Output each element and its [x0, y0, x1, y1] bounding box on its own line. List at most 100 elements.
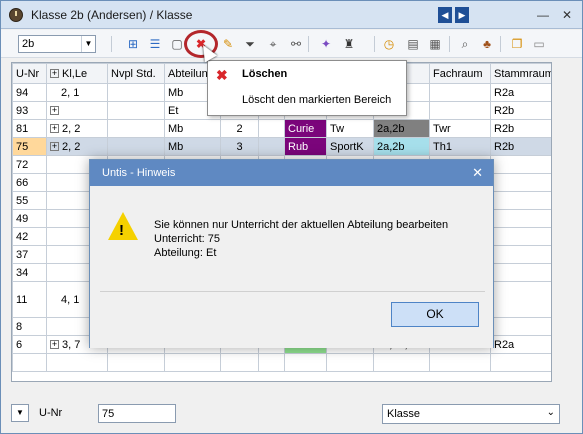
table-cell[interactable] [490, 227, 551, 246]
table-cell[interactable] [490, 209, 551, 228]
table-cell[interactable] [258, 353, 285, 372]
table-cell[interactable] [490, 281, 551, 318]
table-cell[interactable]: 2, 1 [46, 83, 108, 102]
nav-prev-button[interactable]: ◀ [438, 7, 452, 23]
table-cell[interactable] [490, 245, 551, 264]
table-cell[interactable] [490, 353, 551, 372]
table-cell[interactable] [107, 353, 165, 372]
col-header-nvpl[interactable]: Nvpl Std. [107, 63, 165, 84]
table-cell[interactable] [490, 317, 551, 336]
col-header-unr[interactable]: U-Nr [12, 63, 47, 84]
table-cell[interactable]: Curie [284, 119, 327, 138]
table-row[interactable]: 75 +2, 2 Mb 3 Rub SportK 2a,2b Th1 R2b [12, 137, 551, 156]
filter-icon[interactable]: ⏷ [242, 36, 258, 52]
table-cell[interactable] [490, 263, 551, 282]
table-cell[interactable] [490, 155, 551, 174]
table-cell[interactable]: 81 [12, 119, 47, 138]
link-icon[interactable]: ⚯ [288, 36, 304, 52]
zoom-icon[interactable]: ⌕ [457, 36, 473, 52]
table-cell[interactable]: 2a,2b [373, 137, 430, 156]
print-icon[interactable]: ▤ [405, 36, 421, 52]
expand-icon[interactable]: + [50, 340, 59, 350]
table-cell[interactable]: 42 [12, 227, 47, 246]
table-cell[interactable]: +2, 2 [46, 137, 108, 156]
table-row[interactable]: 81 +2, 2 Mb 2 Curie Tw 2a,2b Twr R2b [12, 119, 551, 138]
list-add-icon[interactable]: ⊞ [125, 36, 141, 52]
table-cell[interactable]: 6 [12, 335, 47, 354]
view-select[interactable]: Klasse ⌄ [382, 404, 560, 424]
table-row[interactable] [12, 353, 551, 372]
table-cell[interactable]: R2b [490, 101, 551, 120]
table-cell[interactable]: R2a [490, 335, 551, 354]
unr-input[interactable] [98, 404, 176, 423]
table-cell[interactable] [284, 353, 327, 372]
close-button[interactable]: ✕ [559, 7, 575, 23]
table-cell[interactable] [258, 119, 285, 138]
table-cell[interactable] [107, 137, 165, 156]
table-cell[interactable] [258, 137, 285, 156]
col-header-stammraum[interactable]: Stammraum [490, 63, 551, 84]
highlighter-icon[interactable]: ✎ [220, 36, 236, 52]
copy-window-icon[interactable]: ❐ [509, 36, 525, 52]
expand-icon[interactable]: + [50, 124, 59, 134]
table-cell[interactable]: 66 [12, 173, 47, 192]
nav-next-button[interactable]: ▶ [455, 7, 469, 23]
table-cell[interactable] [164, 353, 221, 372]
minimize-button[interactable]: — [535, 7, 551, 23]
table-cell[interactable]: 34 [12, 263, 47, 282]
preview-icon[interactable]: ▦ [427, 36, 443, 52]
chevron-down-icon[interactable]: ▼ [11, 404, 29, 422]
table-cell[interactable]: SportK [326, 137, 374, 156]
table-cell[interactable] [12, 353, 47, 372]
table-cell[interactable] [107, 101, 165, 120]
list-icon[interactable]: ☰ [147, 36, 163, 52]
dialog-close-button[interactable]: ✕ [472, 165, 483, 181]
wand-icon[interactable]: ✦ [318, 36, 334, 52]
table-cell[interactable]: R2b [490, 137, 551, 156]
table-cell[interactable] [490, 173, 551, 192]
window-icon[interactable]: ▭ [531, 36, 547, 52]
table-cell[interactable] [429, 353, 491, 372]
table-cell[interactable]: + [46, 101, 108, 120]
table-cell[interactable] [107, 83, 165, 102]
table-cell[interactable]: 72 [12, 155, 47, 174]
col-header-klasse[interactable]: + Kl,Le [46, 63, 108, 84]
table-cell[interactable]: 3 [220, 137, 259, 156]
table-cell[interactable]: 55 [12, 191, 47, 210]
table-cell[interactable]: Th1 [429, 137, 491, 156]
table-cell[interactable]: Twr [429, 119, 491, 138]
chevron-down-icon[interactable]: ⌄ [547, 407, 555, 418]
table-cell[interactable] [373, 353, 430, 372]
table-cell[interactable]: R2b [490, 119, 551, 138]
table-cell[interactable] [429, 101, 491, 120]
graduation-cap-icon[interactable]: ♜ [341, 36, 357, 52]
expand-icon[interactable]: + [50, 142, 59, 152]
table-cell[interactable]: 2 [220, 119, 259, 138]
table-cell[interactable]: 37 [12, 245, 47, 264]
table-cell[interactable]: 94 [12, 83, 47, 102]
class-combo[interactable]: 2b ▼ [18, 35, 96, 53]
ok-button[interactable]: OK [391, 302, 479, 327]
table-cell[interactable] [107, 119, 165, 138]
table-cell[interactable] [46, 353, 108, 372]
table-cell[interactable]: Mb [164, 137, 221, 156]
expand-icon[interactable]: + [50, 106, 59, 116]
table-cell[interactable]: 11 [12, 281, 47, 318]
table-cell[interactable]: Tw [326, 119, 374, 138]
people-icon[interactable]: ♣ [479, 36, 495, 52]
selection-icon[interactable]: ⌖ [265, 36, 281, 52]
table-cell[interactable]: 2a,2b [373, 119, 430, 138]
table-cell[interactable]: Mb [164, 119, 221, 138]
table-cell[interactable]: 93 [12, 101, 47, 120]
table-cell[interactable]: R2a [490, 83, 551, 102]
table-cell[interactable]: 75 [12, 137, 47, 156]
table-cell[interactable]: +2, 2 [46, 119, 108, 138]
table-cell[interactable] [220, 353, 259, 372]
expand-icon[interactable]: + [50, 69, 59, 79]
col-header-fachraum[interactable]: Fachraum [429, 63, 491, 84]
table-cell[interactable]: Rub [284, 137, 327, 156]
table-cell[interactable] [429, 83, 491, 102]
clock-icon[interactable]: ◷ [381, 36, 397, 52]
blank-icon[interactable]: ▢ [169, 36, 185, 52]
table-cell[interactable] [326, 353, 374, 372]
